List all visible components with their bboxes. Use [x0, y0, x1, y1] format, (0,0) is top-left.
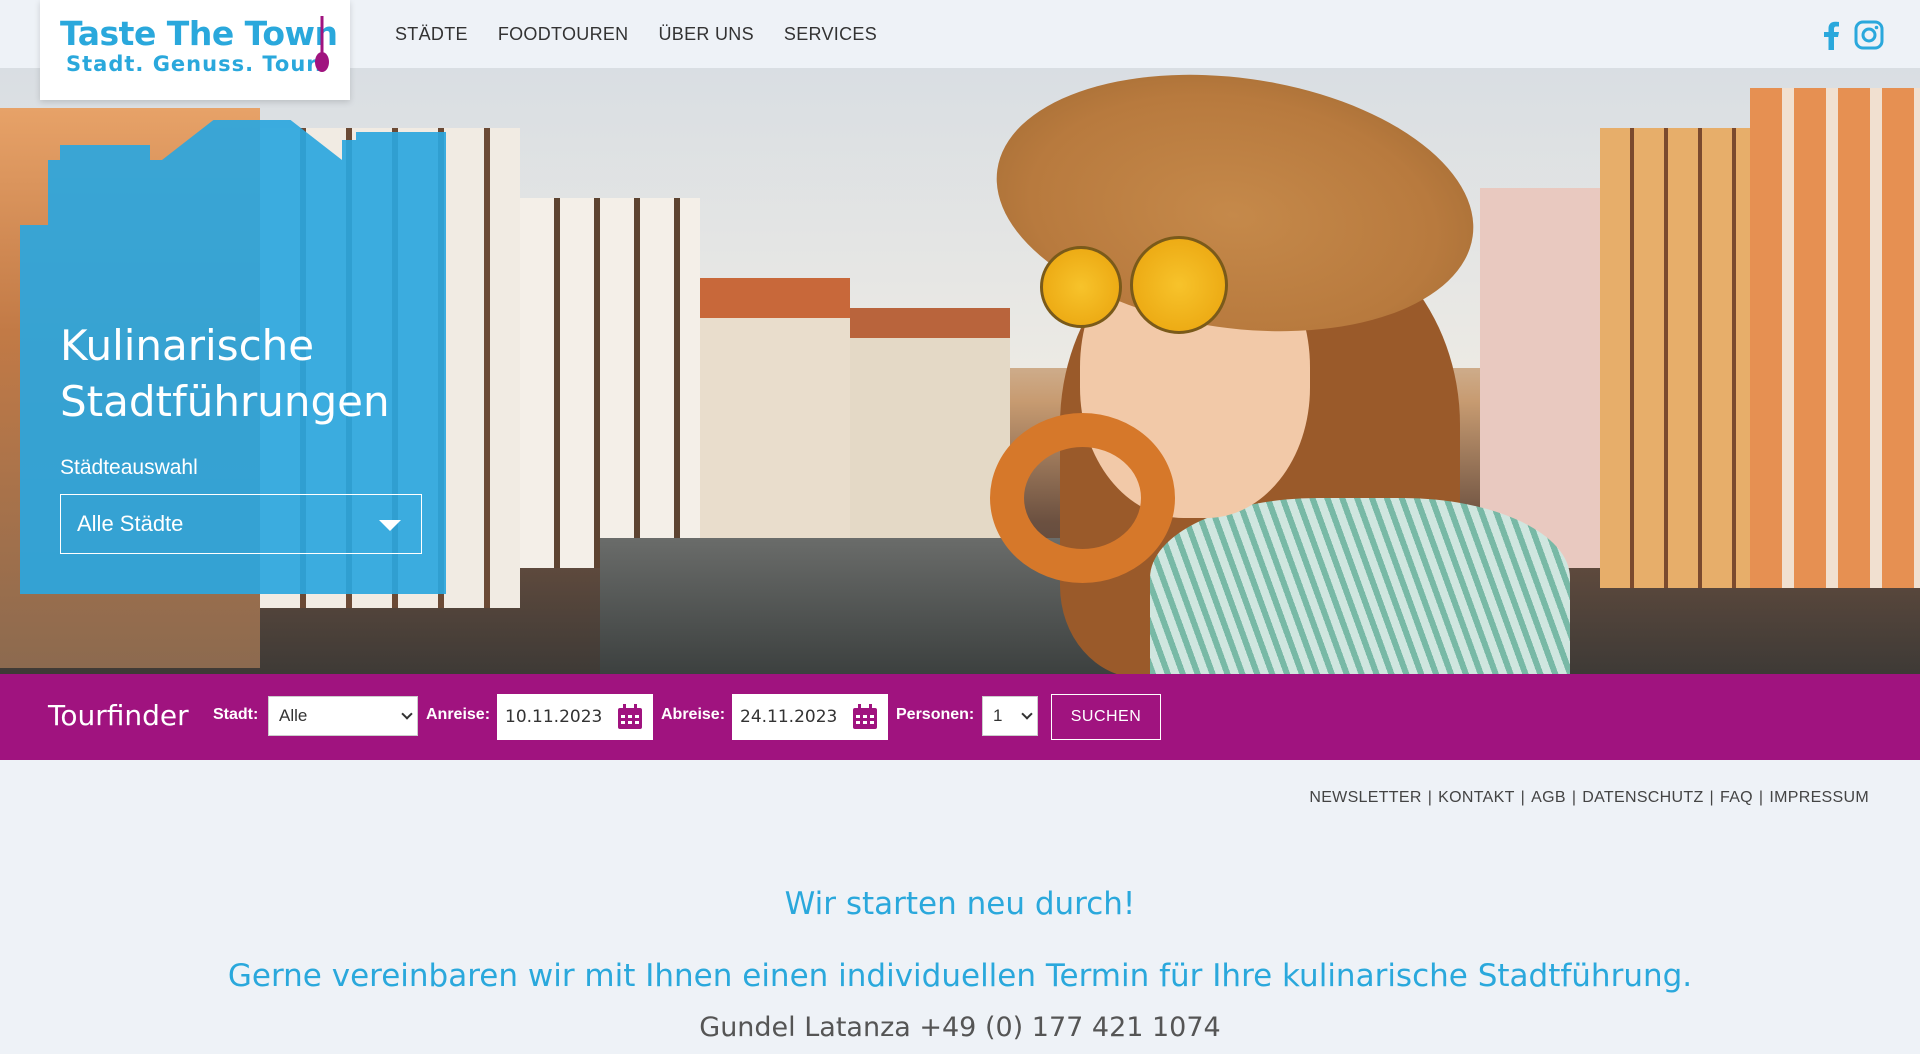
tourfinder-departure-value: 24.11.2023	[740, 707, 838, 727]
logo-title: Taste The Town	[60, 14, 338, 53]
city-select-label: Städteauswahl	[60, 456, 198, 479]
hero-woman-shirt	[1150, 498, 1570, 674]
nav-item-ueber-uns[interactable]: ÜBER UNS	[658, 24, 753, 45]
tourfinder-arrival-input[interactable]: 10.11.2023	[497, 694, 653, 740]
calendar-icon[interactable]	[852, 704, 878, 730]
chevron-down-icon	[401, 708, 413, 720]
contact-info: Gundel Latanza +49 (0) 177 421 1074	[699, 1012, 1221, 1043]
calendar-icon[interactable]	[617, 704, 643, 730]
tourfinder-city-value: Alle	[279, 706, 308, 725]
tourfinder-bar: Tourfinder Stadt: Alle Anreise: 10.11.20…	[0, 674, 1920, 760]
hero-pretzel	[990, 413, 1175, 583]
footer-links: NEWSLETTER | KONTAKT | AGB | DATENSCHUTZ | FAQ | I…	[1309, 789, 1869, 807]
tourfinder-departure-label: Abreise:	[661, 706, 726, 723]
nav-item-services[interactable]: SERVICES	[784, 24, 877, 45]
hero-title-line2: Stadtführungen	[60, 377, 390, 426]
tourfinder-departure-input[interactable]: 24.11.2023	[732, 694, 888, 740]
divider: |	[1758, 789, 1764, 806]
hero-sunglasses	[1130, 236, 1228, 334]
nav-item-foodtouren[interactable]: FOODTOUREN	[498, 24, 629, 45]
link-datenschutz[interactable]: DATENSCHUTZ	[1582, 789, 1703, 806]
facebook-icon[interactable]	[1824, 20, 1840, 50]
city-select-dropdown[interactable]: Alle Städte	[60, 494, 422, 554]
logo[interactable]: Taste The Town Stadt. Genuss. Tour.	[40, 0, 350, 100]
hero-building	[520, 198, 700, 568]
caret-down-icon	[379, 520, 401, 531]
tourfinder-city-select[interactable]: Alle	[268, 696, 418, 736]
tourfinder-title: Tourfinder	[48, 699, 189, 732]
nav-item-staedte[interactable]: STÄDTE	[395, 24, 468, 45]
hero-building	[850, 308, 1010, 548]
page-headline: Wir starten neu durch!	[784, 886, 1136, 922]
hero-title-line1: Kulinarische	[60, 321, 315, 370]
chevron-down-icon	[1021, 708, 1033, 720]
divider: |	[1709, 789, 1714, 806]
instagram-icon[interactable]	[1854, 20, 1884, 50]
tourfinder-persons-value: 1	[993, 706, 1003, 725]
hero-building	[1600, 128, 1750, 588]
hero-title: Kulinarische Stadtführungen	[60, 318, 390, 430]
link-newsletter[interactable]: NEWSLETTER	[1309, 789, 1421, 806]
divider: |	[1571, 789, 1577, 806]
hero-building	[700, 278, 850, 538]
link-agb[interactable]: AGB	[1531, 789, 1566, 806]
link-kontakt[interactable]: KONTAKT	[1438, 789, 1514, 806]
search-button[interactable]: SUCHEN	[1051, 694, 1161, 740]
link-impressum[interactable]: IMPRESSUM	[1769, 789, 1869, 806]
spoon-icon	[315, 16, 329, 72]
tourfinder-arrival-label: Anreise:	[426, 706, 491, 723]
tourfinder-city-label: Stadt:	[213, 706, 259, 723]
main-nav: STÄDTE FOODTOUREN ÜBER UNS SERVICES	[395, 24, 877, 45]
tourfinder-persons-select[interactable]: 1	[982, 696, 1038, 736]
social-links	[1824, 20, 1884, 50]
divider: |	[1520, 789, 1526, 806]
hero-building	[1480, 188, 1600, 568]
divider: |	[1427, 789, 1433, 806]
tourfinder-arrival-value: 10.11.2023	[505, 707, 603, 727]
tourfinder-persons-label: Personen:	[896, 706, 975, 723]
page-subheadline: Gerne vereinbaren wir mit Ihnen einen in…	[227, 958, 1693, 994]
hero-building	[1750, 88, 1920, 588]
link-faq[interactable]: FAQ	[1720, 789, 1753, 806]
logo-tagline: Stadt. Genuss. Tour.	[66, 52, 324, 76]
hero-sunglasses	[1040, 246, 1122, 328]
city-select-value: Alle Städte	[77, 511, 184, 536]
